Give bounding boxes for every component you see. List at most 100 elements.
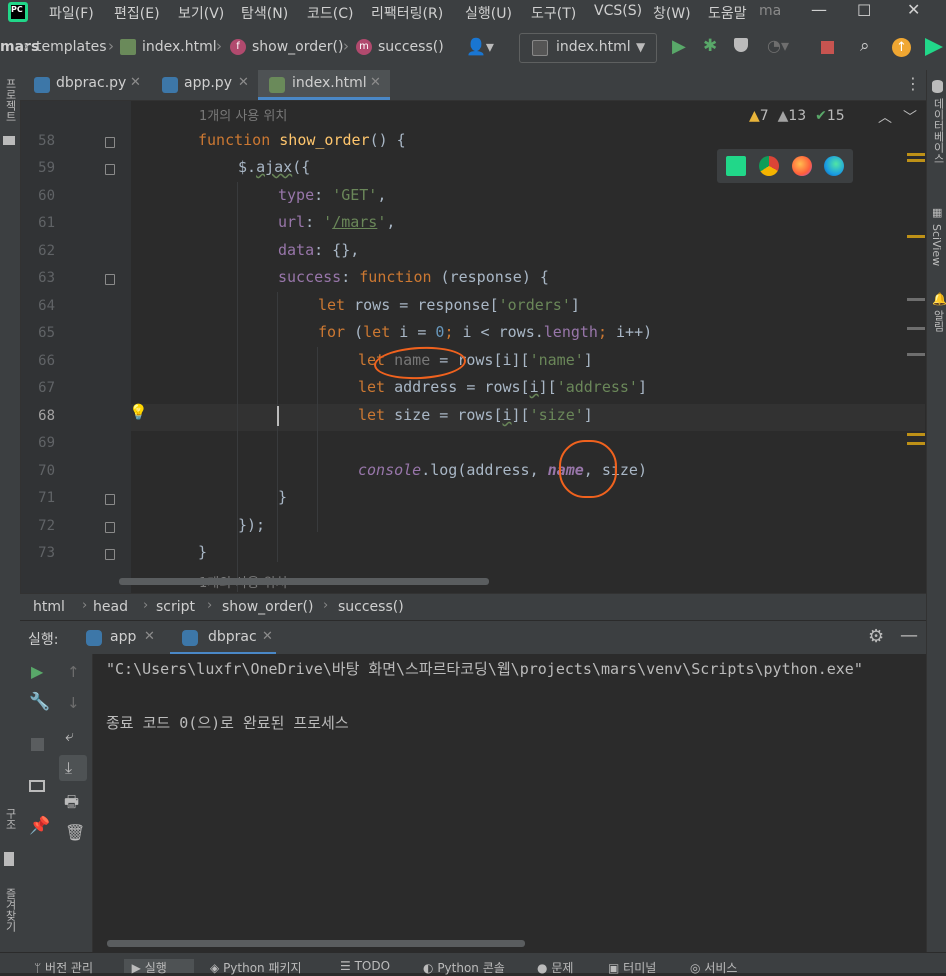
fold-marker-icon[interactable] bbox=[105, 137, 115, 148]
terminal-tool[interactable]: ▣ 터미널 bbox=[608, 959, 656, 976]
search-icon[interactable]: ⌕ bbox=[860, 36, 870, 56]
arrow-up-icon[interactable]: ↑ bbox=[67, 663, 80, 681]
crumb-function[interactable]: show_order() bbox=[252, 39, 343, 55]
project-tool-window[interactable]: 프로젝트 bbox=[2, 78, 18, 122]
scroll-to-end-toggle[interactable]: ⤓ bbox=[59, 755, 87, 781]
chevron-right-icon: › bbox=[323, 598, 329, 613]
database-tool-window[interactable]: 데이터베이스 bbox=[930, 98, 946, 164]
menu-vcs[interactable]: VCS(S) bbox=[594, 3, 642, 19]
fold-marker-icon[interactable] bbox=[105, 549, 115, 560]
run-tool[interactable]: ▶ 실행 bbox=[124, 959, 194, 975]
vcs-tool[interactable]: ᛘ 버전 관리 bbox=[34, 959, 93, 976]
run-tool-label: 실행 bbox=[144, 961, 167, 975]
profile-icon[interactable]: ◔▾ bbox=[767, 36, 789, 55]
close-tab-icon[interactable]: ✕ bbox=[130, 75, 141, 90]
crumb-project[interactable]: mars bbox=[0, 39, 39, 55]
menu-run[interactable]: 실행(U) bbox=[465, 3, 512, 23]
console-line: "C:\Users\luxfr\OneDrive\바탕 화면\스파르타코딩\웹\… bbox=[106, 660, 863, 678]
python-console-tool[interactable]: ◐ Python 콘솔 bbox=[423, 959, 505, 976]
run-config-select[interactable]: index.html ▼ bbox=[519, 33, 657, 63]
code-editor[interactable]: 1개의 사용 위치 58 59 60 61 62 63 64 65 66 67 … bbox=[21, 101, 925, 593]
python-packages-tool[interactable]: ◈ Python 패키지 bbox=[210, 959, 302, 976]
tab-index-html[interactable]: index.html ✕ bbox=[258, 70, 390, 100]
fold-marker-icon[interactable] bbox=[105, 494, 115, 505]
pycharm-logo[interactable]: PC bbox=[8, 2, 28, 22]
crumb-file[interactable]: index.html bbox=[142, 39, 217, 55]
tab-app[interactable]: app.py ✕ bbox=[151, 70, 257, 100]
menu-edit[interactable]: 편집(E) bbox=[114, 3, 160, 23]
menu-window[interactable]: 창(W) bbox=[653, 3, 691, 23]
rerun-icon[interactable]: ▶ bbox=[31, 662, 43, 681]
services-tool[interactable]: ◎ 서비스 bbox=[690, 959, 737, 976]
close-window-icon[interactable]: ✕ bbox=[907, 0, 920, 19]
code-crumb[interactable]: head bbox=[93, 599, 128, 615]
maximize-icon[interactable]: ☐ bbox=[857, 1, 871, 20]
crumb-method[interactable]: success() bbox=[378, 39, 444, 55]
menu-tools[interactable]: 도구(T) bbox=[531, 3, 576, 23]
run-tab-dbprac[interactable]: dbprac ✕ bbox=[170, 621, 276, 655]
close-tab-icon[interactable]: ✕ bbox=[144, 629, 155, 644]
print-icon[interactable]: 🖶 bbox=[64, 791, 79, 818]
minimize-icon[interactable]: — bbox=[811, 0, 827, 19]
menu-help[interactable]: 도움말 bbox=[708, 3, 750, 23]
trash-icon[interactable]: 🗑 bbox=[65, 823, 85, 842]
pin-icon[interactable]: 📌 bbox=[29, 816, 50, 836]
pycharm-browser-icon[interactable] bbox=[726, 156, 746, 176]
code-crumb[interactable]: html bbox=[33, 599, 65, 615]
run-toolbar-secondary: ↑ ↓ ⤶ ⤓ 🖶 🗑 bbox=[54, 654, 93, 952]
inspection-summary[interactable]: ▲7 ▲13 ✔15 bbox=[749, 108, 845, 124]
bookmarks-tool-window[interactable]: 즐겨찾기 bbox=[2, 888, 18, 932]
notifications-tool-window[interactable]: 알림 bbox=[930, 310, 946, 332]
fold-marker-icon[interactable] bbox=[105, 522, 115, 533]
code-crumb[interactable]: success() bbox=[338, 599, 404, 615]
coverage-icon[interactable] bbox=[734, 38, 748, 52]
branch-icon: ᛘ bbox=[34, 961, 42, 975]
crumb-folder[interactable]: templates bbox=[36, 39, 107, 55]
tab-dbprac[interactable]: dbprac.py ✕ bbox=[20, 70, 150, 100]
user-icon[interactable]: 👤▾ bbox=[466, 37, 494, 56]
chevron-up-icon[interactable]: ︿ bbox=[878, 107, 892, 127]
layout-icon[interactable] bbox=[29, 780, 45, 792]
close-tab-icon[interactable]: ✕ bbox=[262, 629, 273, 644]
run-tab-app[interactable]: app ✕ bbox=[80, 621, 168, 655]
close-tab-icon[interactable]: ✕ bbox=[370, 75, 381, 90]
console-horizontal-scrollbar[interactable] bbox=[107, 940, 525, 947]
update-icon[interactable]: ↑ bbox=[892, 38, 911, 57]
bookmark-icon bbox=[4, 852, 14, 866]
stop-icon[interactable] bbox=[821, 41, 834, 54]
structure-tool-window[interactable]: 구조 bbox=[2, 808, 18, 830]
hide-panel-icon[interactable]: — bbox=[900, 625, 918, 646]
stop-run-icon[interactable] bbox=[31, 738, 44, 751]
horizontal-scrollbar[interactable] bbox=[119, 578, 489, 585]
menu-file[interactable]: 파일(F) bbox=[49, 3, 94, 23]
lightbulb-icon[interactable]: 💡 bbox=[129, 403, 148, 421]
code-crumb[interactable]: show_order() bbox=[222, 599, 313, 615]
jetbrains-logo[interactable] bbox=[925, 38, 943, 56]
firefox-icon[interactable] bbox=[792, 156, 812, 176]
menu-bar: PC 파일(F) 편집(E) 보기(V) 탐색(N) 코드(C) 리팩터링(R)… bbox=[0, 0, 946, 24]
close-tab-icon[interactable]: ✕ bbox=[238, 75, 249, 90]
menu-view[interactable]: 보기(V) bbox=[178, 3, 224, 23]
chevron-down-icon[interactable]: ﹀ bbox=[903, 107, 917, 127]
soft-wrap-icon[interactable]: ⤶ bbox=[65, 726, 74, 746]
menu-navigate[interactable]: 탐색(N) bbox=[241, 3, 288, 23]
fold-marker-icon[interactable] bbox=[105, 274, 115, 285]
sciview-tool-window[interactable]: SciView bbox=[930, 224, 943, 266]
wrench-icon[interactable]: 🔧 bbox=[29, 692, 50, 712]
menu-code[interactable]: 코드(C) bbox=[307, 3, 353, 23]
menu-refactor[interactable]: 리팩터링(R) bbox=[371, 3, 443, 23]
edge-icon[interactable] bbox=[824, 156, 844, 176]
code-crumb[interactable]: script bbox=[156, 599, 195, 615]
weak-warning-count: 13 bbox=[788, 108, 807, 124]
terminal-icon: ▣ bbox=[608, 961, 620, 975]
usage-hint[interactable]: 1개의 사용 위치 bbox=[199, 105, 287, 124]
chrome-icon[interactable] bbox=[759, 156, 779, 176]
debug-icon[interactable]: ✱ bbox=[703, 36, 717, 56]
problems-tool[interactable]: ● 문제 bbox=[537, 959, 573, 976]
more-tabs-icon[interactable]: ⋮ bbox=[905, 74, 921, 93]
arrow-down-icon[interactable]: ↓ bbox=[67, 694, 80, 712]
todo-tool[interactable]: ☰ TODO bbox=[340, 959, 390, 973]
gear-icon[interactable]: ⚙ bbox=[868, 626, 884, 647]
fold-marker-icon[interactable] bbox=[105, 164, 115, 175]
run-icon[interactable]: ▶ bbox=[672, 36, 686, 57]
